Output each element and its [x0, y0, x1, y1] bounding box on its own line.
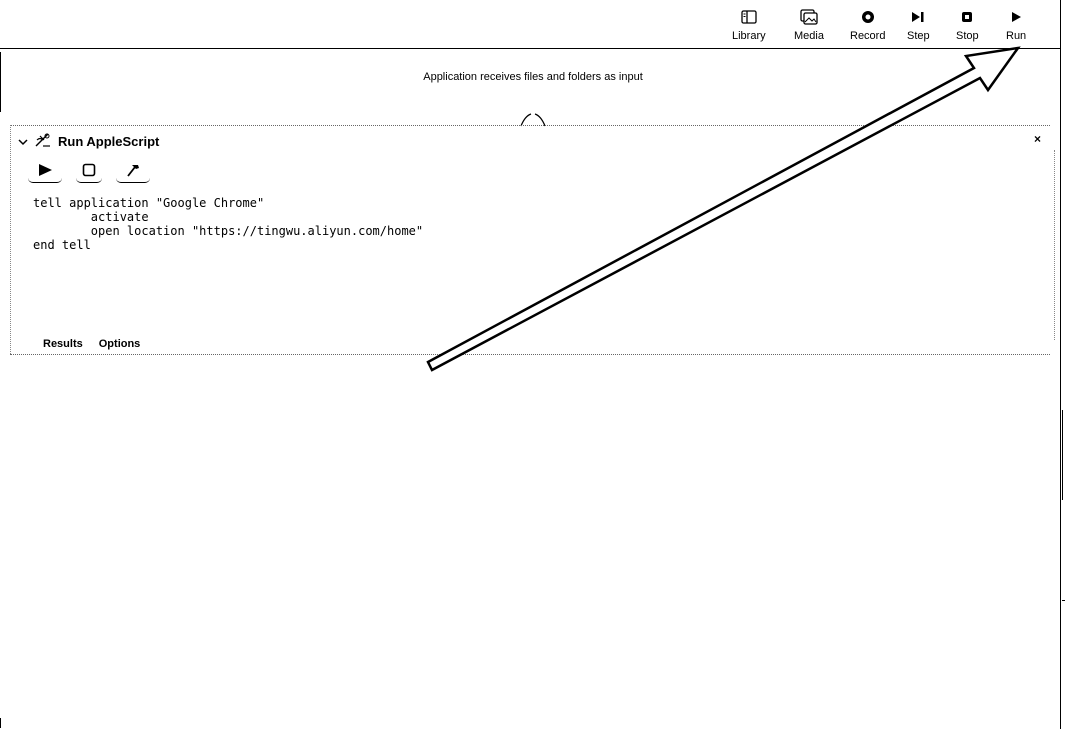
media-label: Media — [794, 30, 824, 42]
library-button[interactable]: Library — [732, 8, 766, 42]
scrollbar-mark — [1062, 600, 1065, 601]
script-line: tell application "Google Chrome" — [33, 196, 265, 210]
media-icon — [800, 8, 818, 26]
library-icon — [741, 8, 757, 26]
action-card-right-border — [1054, 150, 1055, 340]
record-button[interactable]: Record — [850, 8, 885, 42]
step-button[interactable]: Step — [907, 8, 930, 42]
stop-icon — [82, 163, 96, 182]
scrollbar-track[interactable] — [1062, 410, 1063, 500]
stop-icon — [961, 8, 973, 26]
step-icon — [911, 8, 925, 26]
action-card-bottom-border — [10, 354, 1050, 355]
action-card-header: Run AppleScript — [18, 132, 159, 151]
toolbar: Library Media Record Step Stop Run — [726, 0, 1066, 48]
close-action-button[interactable]: × — [1034, 132, 1041, 146]
workflow-input-description: Application receives files and folders a… — [423, 71, 643, 83]
action-card-top-border — [10, 125, 1050, 126]
tab-options[interactable]: Options — [99, 338, 141, 350]
script-line: end tell — [33, 238, 91, 252]
hammer-icon — [125, 163, 141, 182]
script-run-button[interactable] — [28, 162, 62, 183]
chevron-down-icon[interactable] — [18, 134, 28, 149]
library-label: Library — [732, 30, 766, 42]
action-connector-icon — [515, 110, 551, 133]
script-line: open location "https://tingwu.aliyun.com… — [33, 224, 424, 238]
stop-label: Stop — [956, 30, 979, 42]
applescript-editor[interactable]: tell application "Google Chrome" activat… — [33, 196, 423, 252]
record-icon — [861, 8, 875, 26]
run-icon — [1010, 8, 1022, 26]
applescript-icon — [34, 132, 52, 151]
step-label: Step — [907, 30, 930, 42]
tab-results[interactable]: Results — [43, 338, 83, 350]
run-button[interactable]: Run — [1006, 8, 1026, 42]
record-label: Record — [850, 30, 886, 42]
script-compile-button[interactable] — [116, 162, 150, 183]
action-title: Run AppleScript — [58, 134, 160, 149]
stop-button[interactable]: Stop — [956, 8, 979, 42]
script-stop-button[interactable] — [76, 162, 102, 183]
run-label: Run — [1006, 30, 1027, 42]
action-card-tabs: Results Options — [43, 338, 140, 350]
media-button[interactable]: Media — [794, 8, 824, 42]
left-edge-mark-bottom — [0, 718, 1, 728]
script-line: activate — [33, 210, 149, 224]
window-right-border — [1060, 0, 1061, 729]
script-toolbar — [28, 162, 150, 183]
action-card-left-border — [10, 125, 11, 354]
play-icon — [37, 163, 53, 182]
toolbar-divider — [0, 48, 1060, 49]
